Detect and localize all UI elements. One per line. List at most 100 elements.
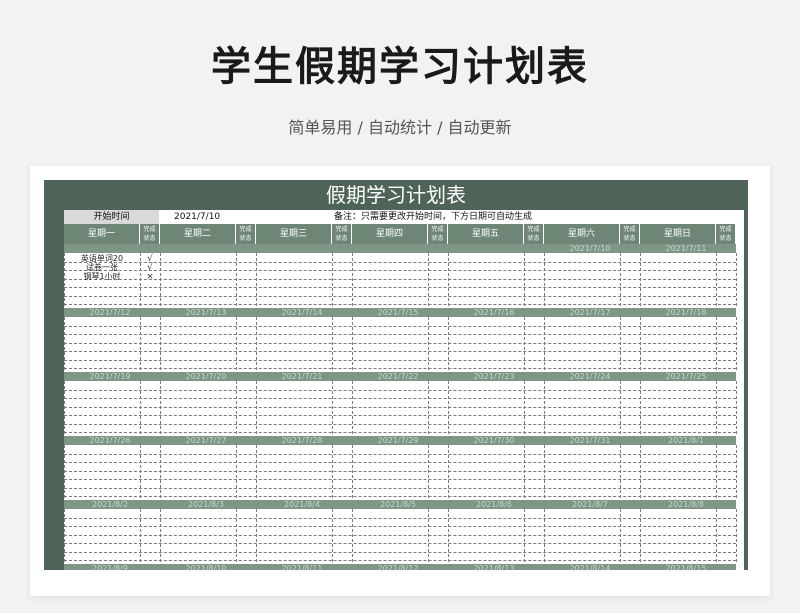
task-name[interactable]: 试卷一张 — [64, 264, 150, 272]
column-divider — [140, 317, 141, 370]
row-divider — [64, 534, 736, 536]
row-divider — [64, 278, 736, 280]
row-divider — [64, 453, 736, 455]
start-time-value[interactable]: 2021/7/10 — [174, 210, 220, 224]
column-divider — [736, 509, 737, 562]
status-header-line: 完成 — [335, 226, 348, 233]
row-divider — [64, 526, 736, 527]
column-divider — [352, 317, 353, 370]
column-divider — [332, 317, 333, 370]
date-label: 2021/8/12 — [377, 564, 419, 570]
date-label: 2021/8/15 — [665, 564, 707, 570]
planner-grid: 开始时间 2021/7/10 备注：只需要更改开始时间，下方日期可自动生成 星期… — [64, 210, 744, 570]
date-band-row: 2021/8/2 2021/8/3 2021/8/4 2021/8/5 2021/8/6… — [64, 500, 736, 509]
column-divider — [140, 445, 141, 498]
weekday-header: 星期一 完成 状态 星期二 完成 状态 星期三 完成 状态 星期四 完成 状态 星期五 完成 状态 星期六 完成… — [64, 224, 736, 244]
date-label: 2021/7/22 — [377, 372, 419, 381]
column-divider — [620, 317, 621, 370]
page-title: 学生假期学习计划表 — [211, 44, 589, 90]
planner-sheet: 假期学习计划表 开始时间 2021/7/10 备注：只需要更改开始时间，下方日期… — [44, 180, 748, 570]
row-divider — [64, 398, 736, 399]
status-header-cell: 完成 状态 — [524, 224, 544, 244]
date-label: 2021/7/15 — [377, 308, 419, 317]
date-label: 2021/7/16 — [473, 308, 515, 317]
status-header-cell: 完成 状态 — [332, 224, 352, 244]
column-divider — [332, 381, 333, 434]
column-divider — [544, 317, 545, 370]
status-header-cell: 完成 状态 — [140, 224, 160, 244]
column-divider — [256, 253, 257, 306]
column-divider — [428, 445, 429, 498]
row-divider — [64, 351, 736, 352]
column-divider — [332, 253, 333, 306]
column-divider — [160, 509, 161, 562]
date-label: 2021/8/3 — [188, 500, 224, 509]
column-divider — [64, 445, 65, 498]
note-text: 备注：只需要更改开始时间，下方日期可自动生成 — [334, 212, 533, 222]
column-divider — [736, 317, 737, 370]
date-label: 2021/8/4 — [284, 500, 320, 509]
column-divider — [64, 317, 65, 370]
column-divider — [160, 253, 161, 306]
date-label: 2021/8/9 — [92, 564, 128, 570]
column-divider — [64, 381, 65, 434]
status-header-cell: 完成 状态 — [428, 224, 448, 244]
column-divider — [236, 381, 237, 434]
date-label: 2021/7/30 — [473, 436, 515, 445]
check-icon[interactable]: √ — [140, 255, 160, 264]
row-divider — [64, 287, 736, 288]
row-divider — [64, 415, 736, 416]
column-divider — [140, 509, 141, 562]
date-label: 2021/7/19 — [89, 372, 131, 381]
date-label: 2021/8/2 — [92, 500, 128, 509]
column-divider — [716, 445, 717, 498]
cross-icon[interactable]: × — [140, 273, 160, 282]
column-divider — [448, 381, 449, 434]
date-label: 2021/7/18 — [665, 308, 707, 317]
column-divider — [256, 317, 257, 370]
date-band-row: 2021/8/9 2021/8/10 2021/8/11 2021/8/12 2021/… — [64, 564, 736, 570]
column-divider — [256, 445, 257, 498]
column-divider — [544, 253, 545, 306]
date-label — [448, 244, 540, 253]
weekday-cell: 星期二 — [160, 224, 236, 244]
task-name[interactable]: 钢琴1小时 — [64, 273, 150, 281]
row-divider — [64, 551, 736, 553]
date-label: 2021/8/13 — [473, 564, 515, 570]
column-divider — [332, 445, 333, 498]
column-divider — [332, 509, 333, 562]
date-label: 2021/7/21 — [281, 372, 323, 381]
row-divider — [64, 517, 736, 519]
row-divider — [64, 342, 736, 344]
column-divider — [448, 509, 449, 562]
row-divider — [64, 479, 736, 480]
row-divider — [64, 389, 736, 391]
status-header-line: 状态 — [335, 235, 348, 242]
status-header-line: 状态 — [239, 235, 252, 242]
date-label — [160, 244, 252, 253]
row-divider — [64, 543, 736, 544]
row-divider — [64, 560, 736, 561]
column-divider — [160, 317, 161, 370]
row-divider — [64, 406, 736, 408]
weekday-cell: 星期六 — [544, 224, 620, 244]
column-divider — [428, 253, 429, 306]
date-band-row: 2021/7/19 2021/7/20 2021/7/21 2021/7/22 2021… — [64, 372, 736, 381]
date-label: 2021/7/24 — [569, 372, 611, 381]
column-divider — [620, 253, 621, 306]
task-name[interactable]: 英语单词20 — [64, 255, 150, 263]
date-label: 2021/8/11 — [281, 564, 323, 570]
status-header-line: 完成 — [431, 226, 444, 233]
status-header-line: 完成 — [143, 226, 156, 233]
column-divider — [736, 381, 737, 434]
status-header-cell: 完成 状态 — [620, 224, 640, 244]
row-divider — [64, 462, 736, 463]
column-divider — [352, 445, 353, 498]
date-label: 2021/8/14 — [569, 564, 611, 570]
row-divider — [64, 496, 736, 497]
date-label: 2021/8/8 — [668, 500, 704, 509]
column-divider — [524, 509, 525, 562]
date-label: 2021/7/27 — [185, 436, 227, 445]
check-icon[interactable]: √ — [140, 264, 160, 273]
row-divider — [64, 270, 736, 271]
